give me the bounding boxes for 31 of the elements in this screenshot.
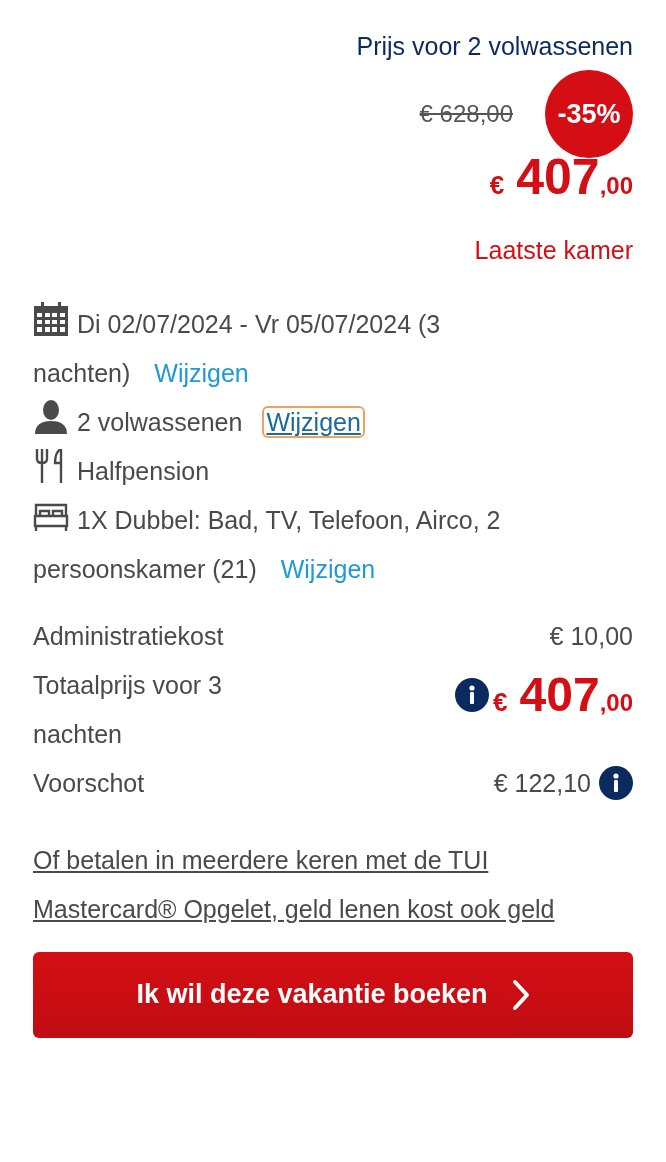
price-currency: € bbox=[493, 688, 508, 715]
summary-label: Totaalprijs voor 3 nachten bbox=[33, 669, 223, 750]
change-link[interactable]: Wijzigen bbox=[150, 356, 253, 389]
info-icon[interactable] bbox=[599, 766, 633, 800]
price-amount: 407 bbox=[519, 670, 600, 719]
price-cents: ,00 bbox=[599, 174, 633, 198]
booking-detail: persoonskamer (21) bbox=[33, 554, 257, 583]
summary-label: Voorschot bbox=[33, 767, 145, 799]
booking-detail: 2 volwassenen bbox=[77, 407, 243, 436]
credit-link[interactable]: Of betalen in meerdere keren met de TUI Mastercard® Opgelet, geld lenen kost ook geld bbox=[33, 835, 563, 934]
change-link[interactable]: Wijzigen bbox=[276, 552, 380, 585]
person-icon bbox=[33, 399, 69, 434]
book-button[interactable]: Ik wil deze vakantie boeken bbox=[33, 951, 633, 1038]
info-icon[interactable] bbox=[455, 677, 490, 712]
old-price: € 628,00 bbox=[419, 99, 513, 129]
summary-value: € 122,10 bbox=[493, 767, 591, 799]
chevron-right-icon bbox=[511, 978, 530, 1011]
bed-icon bbox=[33, 501, 69, 532]
booking-detail: 1X Dubbel: Bad, TV, Telefoon, Airco, 2 bbox=[77, 505, 501, 534]
calendar-icon bbox=[33, 301, 69, 336]
booking-detail: nachten) bbox=[33, 358, 131, 387]
availability-note: Laatste kamer bbox=[474, 235, 633, 266]
discount-badge: -35% bbox=[545, 70, 633, 158]
price-cents: ,00 bbox=[599, 690, 633, 715]
booking-detail: Di 02/07/2024 - Vr 05/07/2024 (3 bbox=[77, 309, 441, 338]
price-currency: € bbox=[489, 172, 505, 198]
summary-label: Administratiekost bbox=[33, 620, 224, 652]
summary-value: € 10,00 bbox=[549, 620, 633, 652]
change-link[interactable]: Wijzigen bbox=[262, 405, 365, 438]
booking-detail: Halfpension bbox=[77, 456, 210, 485]
price-title: Prijs voor 2 volwassenen bbox=[356, 31, 633, 62]
